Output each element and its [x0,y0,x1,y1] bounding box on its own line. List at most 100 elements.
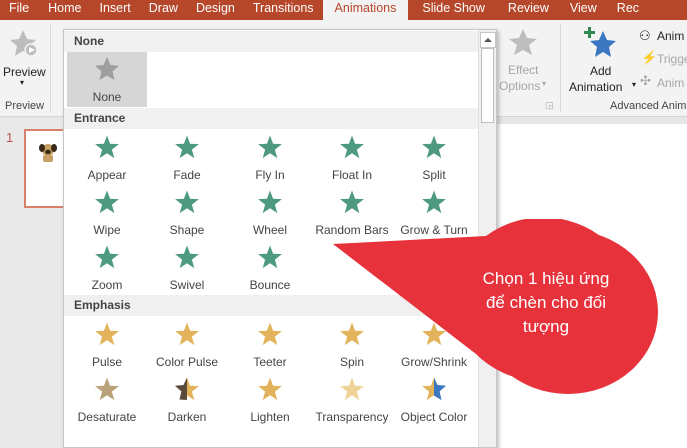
gallery-item-label: Zoom [91,278,123,292]
gallery-item-darken[interactable]: Darken [147,372,227,427]
scroll-thumb[interactable] [481,48,494,123]
gallery-item-pulse[interactable]: Pulse [67,317,147,372]
trigger-button[interactable]: Trigge [657,52,687,66]
fade-icon [175,135,199,159]
ribbon-divider [50,24,51,112]
tab-view[interactable]: View [558,0,606,20]
effect-options-group: Effect Options ▾ ◲ [497,20,559,117]
gallery-item-float-in[interactable]: Float In [312,130,392,185]
advanced-animation-group-label: Advanced Anim [610,100,687,112]
gallery-item-label: Darken [167,410,207,424]
wheel-icon [258,190,282,214]
gallery-item-label: Split [422,168,446,182]
trigger-icon[interactable]: ⚡ [641,50,657,66]
split-icon [422,135,446,159]
preview-group: Preview ▾ Preview [0,20,50,117]
wipe-icon [95,190,119,214]
dialog-launcher-icon[interactable]: ◲ [545,100,554,111]
gallery-item-shape[interactable]: Shape [147,185,227,240]
gallery-item-wipe[interactable]: Wipe [67,185,147,240]
slide-number: 1 [6,130,14,145]
star-none-icon [95,57,119,80]
grow-turn-icon [422,190,446,214]
swivel-icon [175,245,199,269]
effect-options-star-icon[interactable] [508,28,538,56]
gallery-item-label: Color Pulse [155,355,219,369]
preview-dropdown-icon[interactable]: ▾ [20,78,24,87]
callout-text: Chọn 1 hiệu ứng để chèn cho đối tượng [482,269,610,336]
gallery-item-label: Fly In [255,168,285,182]
gallery-item-label: Appear [87,168,127,182]
ribbon-tab-bar: File Home Insert Draw Design Transitions… [0,0,687,20]
animation-pane-icon[interactable]: ⚇ [639,28,651,44]
zoom-icon [95,245,119,269]
gallery-item-label: Swivel [169,278,205,292]
animation-painter-icon[interactable]: ✣ [640,73,651,89]
gallery-item-label: Bounce [249,278,291,292]
effect-options-button-line2[interactable]: Options [499,79,540,93]
gallery-item-label: Wipe [93,223,121,237]
dog-image-icon [39,144,57,162]
random-bars-icon [340,190,364,214]
gallery-item-label: Desaturate [77,410,137,424]
add-animation-dropdown-icon[interactable]: ▾ [632,80,636,89]
gallery-item-none[interactable]: None [67,52,147,107]
slide-thumbnail[interactable] [24,129,66,208]
desaturate-icon [95,377,119,401]
gallery-item-zoom[interactable]: Zoom [67,240,147,295]
section-header-entrance: Entrance [64,108,478,129]
tab-slide-show[interactable]: Slide Show [408,0,494,20]
tab-file[interactable]: File [0,0,38,20]
tab-home[interactable]: Home [38,0,90,20]
float-in-icon [340,135,364,159]
gallery-item-label: Wheel [252,223,287,237]
tab-record[interactable]: Rec [606,0,648,20]
gallery-item-lighten[interactable]: Lighten [230,372,310,427]
preview-star-icon[interactable] [9,29,41,59]
lighten-icon [258,377,282,401]
fly-in-icon [258,135,282,159]
animation-pane-button[interactable]: Anim [657,29,684,43]
gallery-item-swivel[interactable]: Swivel [147,240,227,295]
tab-animations[interactable]: Animations [322,0,409,20]
gallery-item-color-pulse[interactable]: Color Pulse [147,317,227,372]
bounce-icon [258,245,282,269]
color-pulse-icon [175,322,199,346]
gallery-item-teeter[interactable]: Teeter [230,317,310,372]
tab-draw[interactable]: Draw [140,0,187,20]
animation-painter-button[interactable]: Anim [657,76,684,90]
gallery-item-split[interactable]: Split [394,130,474,185]
effect-options-button[interactable]: Effect [508,63,538,77]
add-animation-button-line2[interactable]: Animation [569,80,622,94]
gallery-item-label: Float In [331,168,373,182]
gallery-item-label: Shape [169,223,205,237]
preview-group-label: Preview [5,100,45,112]
add-animation-button[interactable]: Add [590,64,611,78]
preview-button[interactable]: Preview [3,65,46,79]
gallery-item-wheel[interactable]: Wheel [230,185,310,240]
shape-icon [175,190,199,214]
add-animation-star-icon[interactable] [584,26,618,60]
darken-icon [175,377,199,401]
pulse-icon [95,322,119,346]
gallery-item-appear[interactable]: Appear [67,130,147,185]
gallery-item-label: None [92,90,122,104]
effect-options-dropdown-icon[interactable]: ▾ [542,79,546,88]
gallery-item-label: Pulse [91,355,123,369]
advanced-animation-group: Add Animation ▾ ⚇ Anim ⚡ Trigge ✣ Anim A… [561,20,687,117]
tab-design[interactable]: Design [187,0,244,20]
tab-insert[interactable]: Insert [91,0,140,20]
gallery-item-fade[interactable]: Fade [147,130,227,185]
gallery-item-bounce[interactable]: Bounce [230,240,310,295]
gallery-item-desaturate[interactable]: Desaturate [67,372,147,427]
gallery-item-fly-in[interactable]: Fly In [230,130,310,185]
teeter-icon [258,322,282,346]
tab-transitions[interactable]: Transitions [244,0,323,20]
gallery-item-label: Lighten [250,410,290,424]
tab-review[interactable]: Review [494,0,558,20]
section-header-none: None [64,31,478,52]
scroll-up-button[interactable] [480,32,496,48]
appear-icon [95,135,119,159]
gallery-item-label: Fade [173,168,201,182]
gallery-item-label: Teeter [253,355,287,369]
